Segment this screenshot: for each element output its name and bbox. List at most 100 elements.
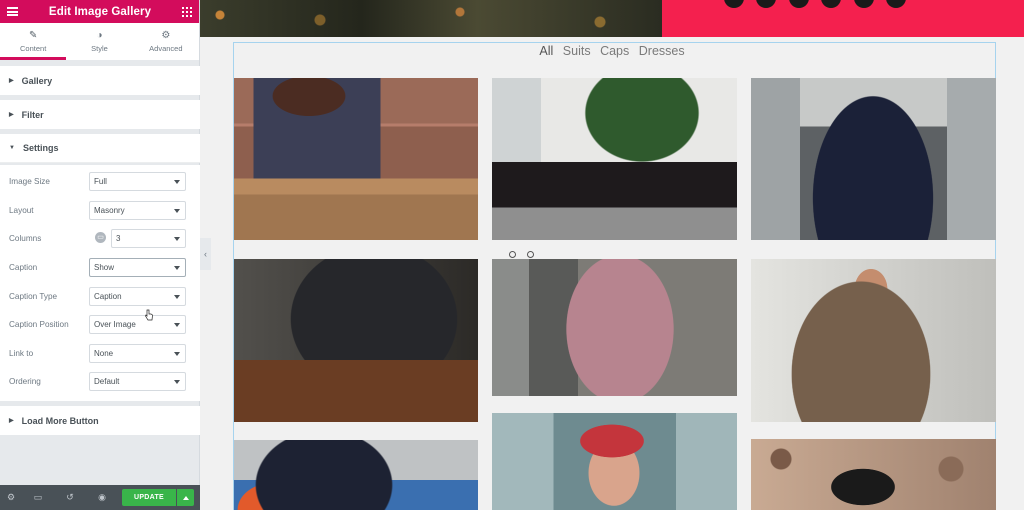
section-settings[interactable]: ▼ Settings <box>0 134 200 163</box>
columns-select[interactable]: 3 <box>111 228 186 248</box>
layout-select[interactable]: Masonry <box>89 200 186 220</box>
section-load-more-label: Load More Button <box>21 415 99 426</box>
gallery-image[interactable] <box>234 440 478 510</box>
caret-right-icon: ▶ <box>9 418 14 424</box>
history-icon[interactable]: ↺ <box>54 485 86 510</box>
hero-background-image <box>200 0 662 37</box>
link-to-select[interactable]: None <box>89 343 186 363</box>
select-value: Full <box>94 176 107 186</box>
tab-style-label: Style <box>91 43 108 53</box>
gallery-image[interactable] <box>492 78 737 240</box>
control-caption-position: Caption Position Over Image <box>0 314 200 334</box>
update-options-button[interactable] <box>177 489 194 506</box>
select-value: None <box>94 348 114 358</box>
select-value: Over Image <box>94 319 136 329</box>
social-icon[interactable] <box>756 0 776 8</box>
chevron-down-icon <box>174 351 180 356</box>
control-image-size: Image Size Full <box>0 171 200 191</box>
pencil-icon: ✎ <box>28 29 38 41</box>
section-gallery[interactable]: ▶ Gallery <box>0 66 200 95</box>
section-gallery-label: Gallery <box>21 75 53 86</box>
chevron-down-icon <box>174 379 180 384</box>
caption-type-select[interactable]: Caption <box>89 286 186 306</box>
control-layout: Layout Masonry <box>0 200 200 220</box>
desktop-responsive-icon[interactable]: ▭ <box>95 232 106 243</box>
half-circle-icon: ◑ <box>96 29 103 41</box>
control-label: Caption Position <box>9 319 69 329</box>
control-caption: Caption Show <box>0 257 200 277</box>
social-icon[interactable] <box>854 0 874 8</box>
tab-content[interactable]: ✎ Content <box>0 23 67 60</box>
social-icon[interactable] <box>724 0 744 8</box>
section-settings-label: Settings <box>22 143 59 153</box>
responsive-mode-icon[interactable]: ▭ <box>22 485 54 510</box>
widgets-grid-icon[interactable] <box>182 6 192 17</box>
editor-panel: Edit Image Gallery ✎ Content ◑ Style ⚙ A… <box>0 0 200 510</box>
control-label: Link to <box>9 348 34 358</box>
filter-dresses[interactable]: Dresses <box>639 44 685 58</box>
tab-style[interactable]: ◑ Style <box>66 23 132 60</box>
caption-select[interactable]: Show <box>89 257 186 277</box>
image-size-select[interactable]: Full <box>89 171 186 191</box>
tab-advanced[interactable]: ⚙ Advanced <box>133 23 199 60</box>
chevron-down-icon <box>174 322 180 327</box>
resize-handle[interactable] <box>527 251 534 258</box>
chevron-down-icon <box>174 236 180 241</box>
caret-right-icon: ▶ <box>9 112 14 118</box>
resize-handle[interactable] <box>509 251 516 258</box>
select-value: Masonry <box>94 205 125 215</box>
hero-accent-block <box>662 0 1024 37</box>
tab-content-label: Content <box>20 43 47 53</box>
select-value: Default <box>94 376 120 386</box>
chevron-down-icon <box>174 179 180 184</box>
select-value: 3 <box>116 233 121 243</box>
page-preview: All Suits Caps Dresses <box>200 0 1024 510</box>
chevron-down-icon <box>174 265 180 270</box>
control-label: Image Size <box>9 176 50 186</box>
gear-icon: ⚙ <box>161 29 171 41</box>
control-label: Caption <box>9 262 38 272</box>
control-label: Caption Type <box>9 291 58 301</box>
gallery-image[interactable] <box>751 439 996 510</box>
caret-right-icon: ▶ <box>9 78 14 84</box>
panel-header: Edit Image Gallery <box>0 0 199 23</box>
social-icon[interactable] <box>886 0 906 8</box>
gallery-image[interactable] <box>492 259 737 396</box>
ordering-select[interactable]: Default <box>89 371 186 391</box>
select-value: Caption <box>94 291 122 301</box>
social-icon[interactable] <box>789 0 809 8</box>
control-link-to: Link to None <box>0 343 200 363</box>
gallery-image[interactable] <box>234 78 478 240</box>
hamburger-menu-icon[interactable] <box>7 7 18 16</box>
caret-up-icon <box>182 495 189 500</box>
section-filter-label: Filter <box>21 109 44 120</box>
filter-all[interactable]: All <box>539 44 553 58</box>
preview-eye-icon[interactable]: ◉ <box>86 485 118 510</box>
panel-collapse-handle[interactable]: ‹ <box>200 238 211 270</box>
social-icon[interactable] <box>821 0 841 8</box>
caret-down-icon: ▼ <box>9 145 15 151</box>
settings-gear-icon[interactable]: ⚙ <box>0 485 22 510</box>
gallery-image[interactable] <box>751 78 996 240</box>
section-load-more[interactable]: ▶ Load More Button <box>0 406 200 435</box>
control-ordering: Ordering Default <box>0 371 200 391</box>
gallery-filter-bar: All Suits Caps Dresses <box>200 44 1024 58</box>
section-filter[interactable]: ▶ Filter <box>0 100 200 129</box>
select-value: Show <box>94 262 115 272</box>
chevron-down-icon <box>174 208 180 213</box>
mouse-cursor-icon <box>145 309 153 321</box>
control-label: Columns <box>9 233 42 243</box>
panel-title: Edit Image Gallery <box>48 5 152 18</box>
gallery-image[interactable] <box>492 413 737 510</box>
gallery-image[interactable] <box>234 259 478 422</box>
panel-footer: ⚙ ▭ ↺ ◉ UPDATE <box>0 485 200 510</box>
filter-suits[interactable]: Suits <box>563 44 591 58</box>
update-button[interactable]: UPDATE <box>122 489 176 506</box>
caption-position-select[interactable]: Over Image <box>89 314 186 334</box>
filter-caps[interactable]: Caps <box>600 44 629 58</box>
control-caption-type: Caption Type Caption <box>0 286 200 306</box>
control-label: Ordering <box>9 376 41 386</box>
panel-tabs: ✎ Content ◑ Style ⚙ Advanced <box>0 23 199 60</box>
tab-advanced-label: Advanced <box>149 43 183 53</box>
gallery-image[interactable] <box>751 259 996 422</box>
